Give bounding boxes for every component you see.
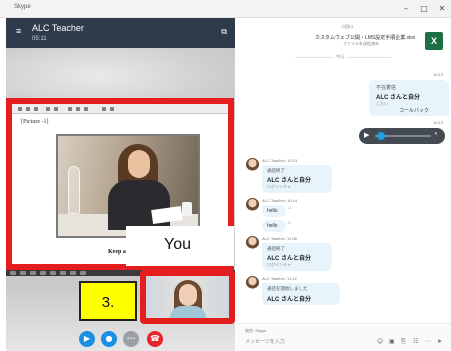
file-name[interactable]: カスタムウェブ公開・LMS設定手順企業.xlsx xyxy=(315,34,415,41)
missed-call-name: ALC さんと自分 xyxy=(376,95,420,101)
call-duration: 05:11 xyxy=(32,36,47,42)
avatar[interactable] xyxy=(246,198,259,211)
maximize-button[interactable]: □ xyxy=(418,3,430,15)
chat-bubble: hello xyxy=(262,205,286,217)
strip-icon xyxy=(10,271,16,275)
toolbar-icon[interactable] xyxy=(54,107,58,111)
minimize-button[interactable]: – xyxy=(400,3,412,15)
message-input[interactable] xyxy=(245,337,365,347)
message-time: 10:13 xyxy=(433,72,444,77)
document-photo xyxy=(56,134,200,238)
chat-bubble: hello xyxy=(262,220,286,232)
self-avatar-image xyxy=(179,284,197,306)
audio-progress-knob[interactable] xyxy=(376,132,385,140)
call-header: ≡ ALC Teacher 05:11 ⧉ xyxy=(6,18,235,48)
chat-bubble: 通話終了 ALC さんと自分 ログインチャ xyxy=(262,165,332,193)
toolbar-icon[interactable] xyxy=(46,107,50,111)
reaction-icon[interactable]: ☺ xyxy=(287,220,292,226)
close-button[interactable]: ✕ xyxy=(436,3,448,15)
more-options-icon[interactable]: ⋯ xyxy=(425,338,431,345)
volume-icon[interactable]: ◖ xyxy=(434,131,438,137)
strip-icon xyxy=(30,271,36,275)
toolbar-icon[interactable] xyxy=(84,107,88,111)
more-icon[interactable]: ••• xyxy=(123,331,139,347)
message-meta: ALC Teacher, 10:14 xyxy=(262,198,298,203)
chat-bubble: 通話を開始しました ALC さんと自分 xyxy=(262,283,340,305)
woman-image xyxy=(128,150,150,178)
bubble-text: hello xyxy=(267,208,278,214)
strip-icon xyxy=(20,271,26,275)
strip-icon xyxy=(80,271,86,275)
compose-recipient: 宛先: Skype xyxy=(245,328,267,333)
avatar[interactable] xyxy=(246,158,259,171)
toolbar-icon[interactable] xyxy=(26,107,30,111)
step-marker: 3. xyxy=(79,281,137,321)
file-sender: 小田口 xyxy=(341,24,353,29)
missed-call-title: 不在着信 xyxy=(376,85,397,91)
play-icon[interactable]: ▶ xyxy=(364,131,369,139)
toolbar-icon[interactable] xyxy=(68,107,72,111)
self-view-video[interactable] xyxy=(140,270,235,324)
bubble-bold: ALC さんと自分 xyxy=(267,256,311,262)
menu-icon[interactable]: ≡ xyxy=(16,26,21,36)
chat-bubble: 通話終了 ALC さんと自分 ログインチャ xyxy=(262,243,332,271)
message-meta: ALC Teacher, 10:13 xyxy=(262,158,298,163)
emoji-icon[interactable]: ☺ xyxy=(377,338,383,345)
picture-label: [Picture -1] xyxy=(21,119,49,125)
toolbar-icon[interactable] xyxy=(110,107,114,111)
video-icon[interactable]: ▶ xyxy=(79,331,95,347)
document-toolbar xyxy=(12,104,228,114)
strip-icon xyxy=(50,271,56,275)
audio-player: ▶ ◖ xyxy=(359,128,445,144)
window-titlebar: Skype – □ ✕ xyxy=(0,0,451,18)
app-name: Skype xyxy=(14,4,31,10)
excel-icon[interactable]: X xyxy=(425,32,443,50)
toolbar-icon[interactable] xyxy=(76,107,80,111)
bubble-sub: ログインチャ xyxy=(267,262,291,267)
bubble-sub: ログインチャ xyxy=(267,184,291,189)
message-time: 10:13 xyxy=(433,120,444,125)
image-icon[interactable]: ▣ xyxy=(389,338,395,345)
contact-icon[interactable]: ☷ xyxy=(413,338,418,345)
bubble-title: 通話を開始しました xyxy=(267,286,308,291)
toolbar-icon[interactable] xyxy=(18,107,22,111)
compose-bar: 宛先: Skype ☺ ▣ ⎘ ☷ ⋯ ➤ xyxy=(235,323,451,351)
wine-glass-image xyxy=(68,166,80,214)
step-number: 3. xyxy=(101,294,115,311)
bubble-bold: ALC さんと自分 xyxy=(267,297,311,303)
avatar[interactable] xyxy=(246,236,259,249)
strip-icon xyxy=(60,271,66,275)
call-back-button[interactable]: コールバック xyxy=(399,107,429,114)
bubble-title: 通話終了 xyxy=(267,168,285,173)
missed-call-sub: したい xyxy=(376,101,388,106)
chat-pane: 小田口 カスタムウェブ公開・LMS設定手順企業.xlsx ファイルを送信済み X… xyxy=(235,18,451,351)
call-contact-name: ALC Teacher xyxy=(32,23,84,33)
microphone-icon[interactable]: ● xyxy=(101,331,117,347)
reaction-icon[interactable]: ☺ xyxy=(287,205,292,211)
date-separator: 今日 xyxy=(333,54,347,60)
expand-icon[interactable]: ⧉ xyxy=(221,27,227,37)
file-message[interactable]: 小田口 カスタムウェブ公開・LMS設定手順企業.xlsx ファイルを送信済み xyxy=(309,24,437,50)
attach-icon[interactable]: ⎘ xyxy=(401,338,406,346)
you-label: You xyxy=(164,236,191,253)
file-status: ファイルを送信済み xyxy=(343,41,379,46)
toolbar-icon[interactable] xyxy=(102,107,106,111)
bubble-text: hello xyxy=(267,223,278,229)
toolbar-icon[interactable] xyxy=(34,107,38,111)
message-meta: ALC Teacher, 11:12 xyxy=(262,276,297,281)
bubble-bold: ALC さんと自分 xyxy=(267,178,311,184)
send-icon[interactable]: ➤ xyxy=(437,338,442,345)
hang-up-icon[interactable]: ☎ xyxy=(147,331,163,347)
strip-icon xyxy=(40,271,46,275)
missed-call-card: 不在着信 ALC さんと自分 したい コールバック xyxy=(369,80,449,116)
strip-icon xyxy=(70,271,76,275)
message-meta: ALC Teacher, 11:08 xyxy=(262,236,297,241)
bubble-title: 通話終了 xyxy=(267,246,285,251)
avatar[interactable] xyxy=(246,276,259,289)
